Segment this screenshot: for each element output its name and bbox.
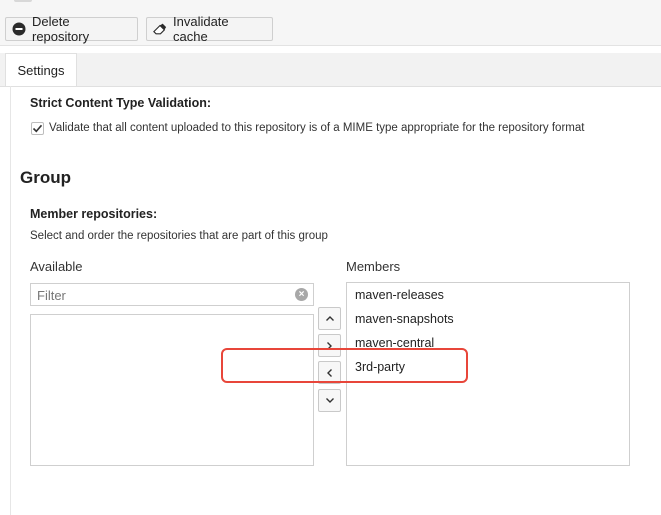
chevron-up-icon (325, 316, 334, 321)
invalidate-cache-button[interactable]: Invalidate cache (146, 14, 273, 44)
filter-input[interactable]: Filter × (30, 283, 314, 306)
minus-circle-icon (12, 22, 26, 36)
checkmark-icon (32, 124, 43, 133)
delete-repository-button[interactable]: Delete repository (5, 14, 138, 44)
tab-strip: Settings (0, 53, 661, 87)
content-divider (10, 86, 11, 515)
member-repositories-help: Select and order the repositories that a… (30, 230, 328, 242)
strict-validation-label: Validate that all content uploaded to th… (49, 122, 585, 134)
list-item[interactable]: maven-releases (355, 288, 444, 302)
invalidate-cache-label: Invalidate cache (173, 14, 229, 44)
list-item[interactable]: 3rd-party (355, 360, 405, 374)
toolbar: Delete repository Invalidate cache (0, 0, 661, 46)
chevron-down-icon (325, 398, 334, 403)
chevron-left-icon (327, 368, 332, 377)
members-list[interactable]: maven-releases maven-snapshots maven-cen… (346, 282, 630, 466)
strict-validation-title: Strict Content Type Validation: (30, 96, 212, 110)
filter-placeholder: Filter (37, 288, 66, 303)
clear-filter-icon[interactable]: × (295, 288, 308, 301)
delete-repository-label: Delete repository (32, 14, 90, 44)
add-to-members-button[interactable] (318, 334, 341, 357)
list-item[interactable]: maven-central (355, 336, 434, 350)
toolbar-edge (14, 0, 32, 2)
group-heading: Group (20, 168, 71, 187)
eraser-icon (153, 22, 167, 36)
list-item[interactable]: maven-snapshots (355, 312, 454, 326)
chevron-right-icon (327, 341, 332, 350)
members-label: Members (346, 259, 401, 274)
move-down-button[interactable] (318, 389, 341, 412)
move-up-button[interactable] (318, 307, 341, 330)
available-list[interactable] (30, 314, 314, 466)
strict-validation-checkbox[interactable] (31, 122, 44, 135)
available-label: Available (30, 259, 83, 274)
repository-settings-page: Delete repository Invalidate cache Setti… (0, 0, 661, 515)
member-repositories-title: Member repositories: (30, 207, 158, 221)
tab-settings[interactable]: Settings (5, 53, 77, 86)
remove-from-members-button[interactable] (318, 361, 341, 384)
